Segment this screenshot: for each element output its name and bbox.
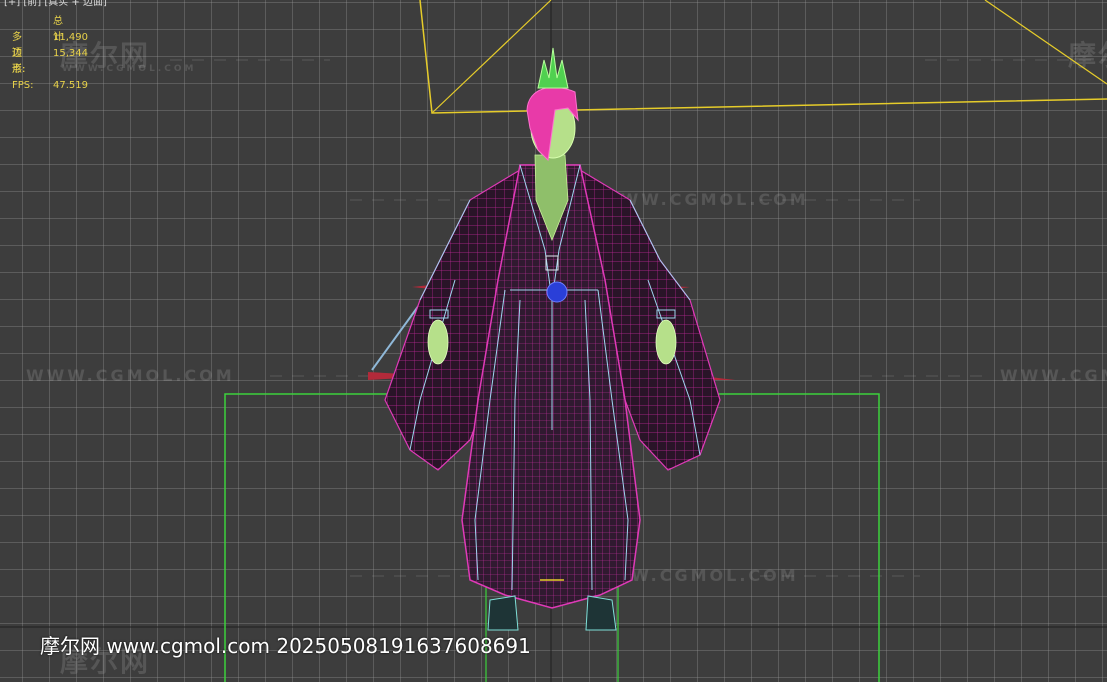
stats-verts-label: 顶点:: [12, 48, 26, 75]
crown-icon: [537, 47, 569, 89]
scene-svg[interactable]: [0, 0, 1107, 682]
belt-ornament: [546, 281, 568, 303]
viewport-front[interactable]: [+] [前] [真实 + 边面] WWW.CGMOL.COM WWW.CGMO…: [0, 0, 1107, 682]
camera-frustum-edge: [984, 0, 1107, 85]
character-wireframe[interactable]: [368, 47, 735, 631]
right-shoe: [585, 595, 617, 631]
right-hand: [655, 319, 677, 365]
camera-frustum-edge: [419, 0, 1107, 114]
left-hand: [427, 319, 449, 365]
stats-polys-value: 11,490: [53, 32, 88, 43]
stats-fps-value: 47.519: [53, 80, 88, 91]
left-shoe: [487, 595, 519, 631]
stats-verts-value: 15,344: [53, 48, 88, 59]
stats-fps-label: FPS:: [12, 80, 34, 91]
image-caption: 摩尔网 www.cgmol.com 20250508191637608691: [40, 634, 531, 658]
